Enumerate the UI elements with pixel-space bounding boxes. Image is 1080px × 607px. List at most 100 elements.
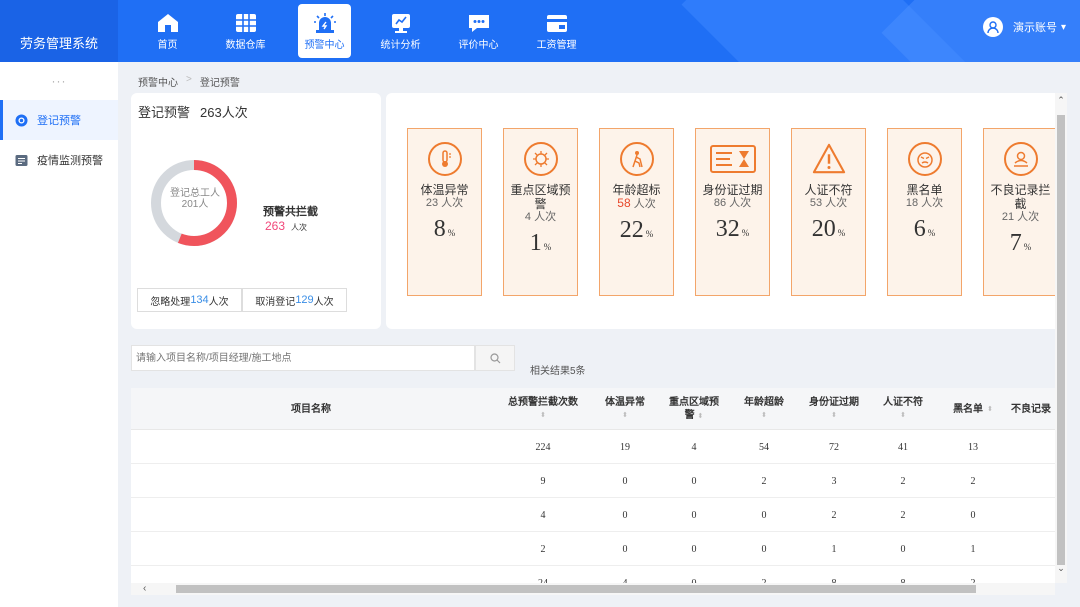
wallet-icon [546,14,567,32]
sort-icon[interactable]: ⬍ [540,409,546,422]
warning-count: 86 人次 [713,197,752,209]
table-cell: 8 [831,577,837,584]
col-header-age[interactable]: 年龄超龄 ⬍ [732,388,796,430]
col-header-total[interactable]: 总预警拦截次数 ⬍ [503,388,583,430]
search-button[interactable] [475,345,515,371]
sort-icon[interactable]: ⬍ [831,409,837,422]
elderly-icon [619,142,654,176]
scrollbar-thumb[interactable] [1057,115,1065,565]
sidebar-item-label: 登记预警 [37,115,81,127]
table-cell: 13 [968,441,978,453]
table-cell: 0 [691,509,697,521]
warning-name: 不良记录拦截 [990,183,1051,211]
warning-card-bad-record[interactable]: 不良记录拦截 21 人次 7% [983,128,1058,296]
nav-alarm-center[interactable]: 预警中心 [298,4,351,58]
table-cell: 2 [900,475,906,487]
table-cell: 2 [831,509,837,521]
table-row[interactable]: 9 0 0 2 3 2 2 0 [131,464,1055,498]
table-icon [235,13,256,32]
warning-card-id-mismatch[interactable]: 人证不符 53 人次 20% [791,128,866,296]
warning-name: 体温异常 [420,183,469,197]
sort-icon[interactable]: ⬍ [697,413,703,420]
table-cell: 2 [970,475,976,487]
table-cell: 0 [691,577,697,584]
sidebar-item-epidemic-alarm[interactable]: 疫情监测预警 [0,140,118,180]
nav-alarm-center-label: 预警中心 [304,39,345,51]
sidebar-collapse-dots[interactable]: ··· [0,62,118,100]
cancel-stat-button[interactable]: 取消登记 129 人次 [242,288,347,312]
percent-sign: % [543,242,552,252]
table-cell: 41 [898,441,908,453]
warning-count: 18 人次 [905,197,944,209]
table-row[interactable]: 2 0 0 0 1 0 1 0 [131,532,1055,566]
col-header-label: 总预警拦截次数 [508,397,578,408]
warning-card-blacklist[interactable]: 黑名单 18 人次 6% [887,128,962,296]
nav-evaluation[interactable]: 评价中心 [441,4,516,58]
ignored-unit: 人次 [208,296,229,308]
warning-card-key-region[interactable]: 重点区域预警 4 人次 1% [503,128,578,296]
avatar [982,17,1003,37]
thermometer-icon [427,142,462,176]
percent-sign: % [447,228,456,238]
horizontal-scrollbar[interactable]: ‹ [131,583,1055,595]
warning-percent: 6% [888,216,961,243]
sort-icon[interactable]: ⬍ [622,409,628,422]
table-cell: 0 [622,509,628,521]
breadcrumb-parent[interactable]: 预警中心 [138,74,178,89]
sidebar-item-label: 疫情监测预警 [37,155,103,167]
virus-icon [523,142,558,176]
nav-home-label: 首页 [157,39,178,51]
col-header-blacklist[interactable]: 黑名单 ⬍ [941,388,1005,430]
table-cell: 2 [1011,430,1055,464]
scroll-up-icon[interactable]: ⌃ [1055,95,1067,106]
table-cell: 0 [1011,498,1055,532]
sort-icon[interactable]: ⬍ [987,403,993,416]
col-header-id-mismatch[interactable]: 人证不符 ⬍ [873,388,933,430]
col-header-label: 黑名单 [953,403,984,415]
warning-card-id-expired[interactable]: 身份证过期 86 人次 32% [695,128,770,296]
scroll-down-icon[interactable]: ⌄ [1055,563,1067,574]
table-cell: 2 [970,577,976,584]
nav-salary[interactable]: 工资管理 [519,4,594,58]
table-row[interactable]: 4 0 0 0 2 2 0 0 [131,498,1055,532]
warning-count: 53 人次 [809,197,848,209]
sort-icon[interactable]: ⬍ [900,409,906,422]
warning-card-temperature[interactable]: 体温异常 23 人次 8% [407,128,482,296]
table-cell: 0 [970,509,976,521]
ignored-stat-button[interactable]: 忽略处理 134 人次 [137,288,242,312]
table-cell: 0 [900,543,906,555]
ignored-label: 忽略处理 [150,296,191,308]
summary-title: 登记预警 263人次 [138,102,248,121]
search-input[interactable] [131,345,475,371]
col-header-project[interactable]: 项目名称 [131,388,491,430]
col-header-bad-record[interactable]: 不良记录 [1011,388,1055,430]
col-header-key-region[interactable]: 重点区域预警 ⬍ [662,388,726,430]
user-menu[interactable]: 演示账号 ▾ [982,17,1066,37]
vertical-scrollbar[interactable]: ⌃ ⌄ [1055,93,1067,583]
col-header-id-expired[interactable]: 身份证过期 ⬍ [799,388,869,430]
table-cell: 3 [831,475,837,487]
nav-home[interactable]: 首页 [130,4,205,58]
sidebar-item-registration-alarm[interactable]: 登记预警 [0,100,118,140]
table-row[interactable]: 224 19 4 54 72 41 13 2 [131,430,1055,464]
warning-card-age[interactable]: 年龄超标 58 人次 22% [599,128,674,296]
table-row[interactable]: 24 4 0 2 8 8 2 0 [131,566,1055,584]
scrollbar-thumb[interactable] [176,585,976,593]
col-header-temperature[interactable]: 体温异常 ⬍ [593,388,657,430]
intercept-label: 预警共拦截 [263,206,318,218]
angry-face-icon [907,142,942,176]
col-header-label: 体温异常 [605,397,645,408]
summary-card: 登记预警 263人次 登记总工人 201人 预警共拦截 263 人次 忽略处理 134… [131,93,381,329]
col-header-label: 年龄超龄 [744,397,784,408]
nav-statistics-label: 统计分析 [380,39,421,51]
scroll-left-icon[interactable]: ‹ [143,583,146,594]
project-table: 项目名称 总预警拦截次数 ⬍ 体温异常 ⬍ 重点区域预警 ⬍ 年龄超龄 ⬍ 身份证过期… [131,388,1055,583]
at-icon [14,113,28,127]
nav-data-warehouse[interactable]: 数据仓库 [208,4,283,58]
nav-statistics[interactable]: 统计分析 [363,4,438,58]
table-cell: 4 [691,441,697,453]
table-cell: 0 [761,543,767,555]
breadcrumb-separator: > [186,74,192,85]
table-cell: 19 [620,441,630,453]
sort-icon[interactable]: ⬍ [761,409,767,422]
